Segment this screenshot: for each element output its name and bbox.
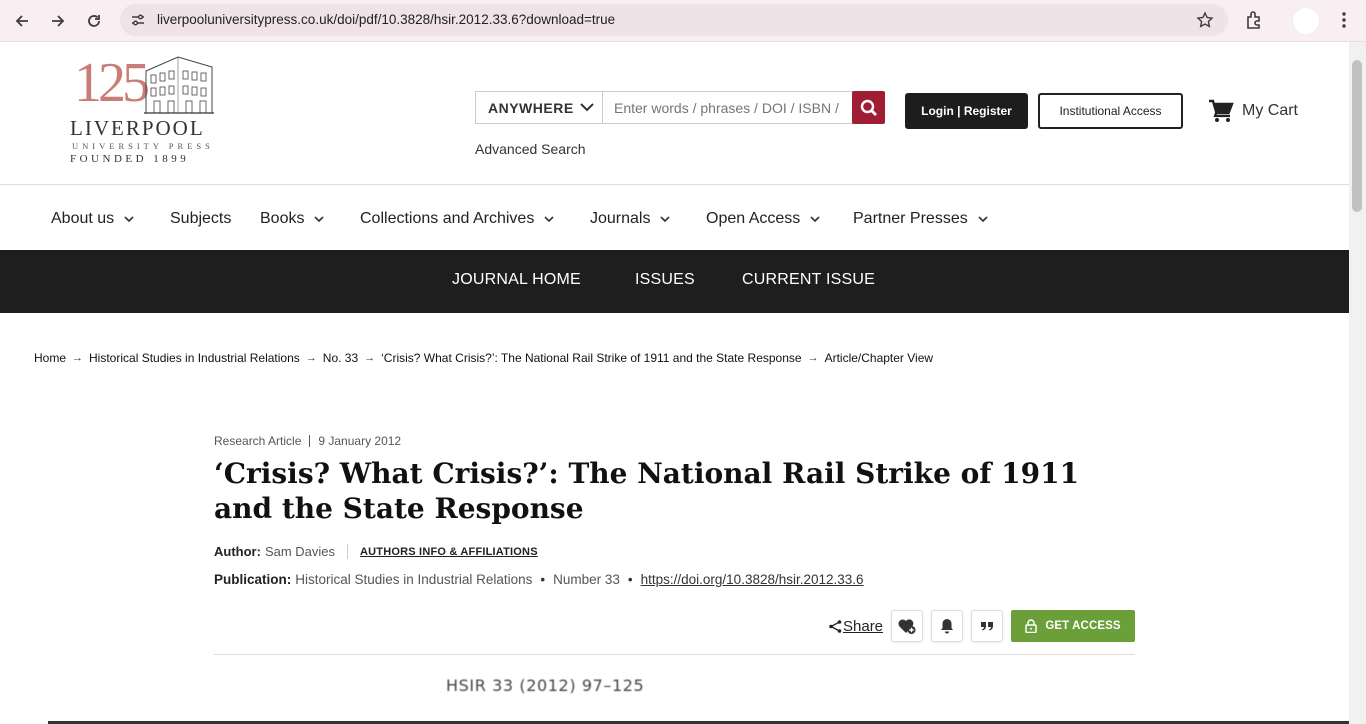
alert-button[interactable]: [931, 610, 963, 642]
chevron-down-icon: [314, 215, 325, 222]
heart-plus-icon: [898, 619, 916, 634]
logo-name: LIVERPOOL: [70, 116, 205, 140]
nav-books[interactable]: Books: [260, 210, 325, 228]
breadcrumb-separator: →: [364, 352, 376, 364]
cart-link[interactable]: My Cart: [1208, 99, 1298, 123]
authors-affiliations-link[interactable]: AUTHORS INFO & AFFILIATIONS: [360, 546, 538, 558]
publication-separator: •: [540, 572, 546, 587]
nav-about-us[interactable]: About us: [51, 210, 134, 228]
author-divider: [347, 544, 349, 559]
browser-menu-icon[interactable]: [1334, 9, 1354, 31]
bell-icon: [941, 619, 953, 634]
article-date: 9 January 2012: [318, 434, 402, 448]
author-name[interactable]: Sam Davies: [265, 544, 335, 559]
share-label: Share: [843, 618, 884, 635]
publication-row: Publication: Historical Studies in Indus…: [214, 572, 864, 587]
author-row: Author: Sam Davies AUTHORS INFO & AFFILI…: [214, 544, 538, 559]
search-input[interactable]: [603, 92, 852, 123]
journal-navigation: JOURNAL HOME ISSUES CURRENT ISSUE: [0, 250, 1349, 313]
content-divider: [214, 654, 1135, 655]
main-navigation: About us Subjects Books Collections and …: [0, 186, 1349, 250]
logo-subline: UNIVERSITY PRESS: [72, 141, 214, 151]
share-button[interactable]: Share: [828, 618, 883, 635]
breadcrumb-separator: →: [305, 352, 317, 364]
nav-open-access[interactable]: Open Access: [706, 210, 820, 228]
profile-avatar[interactable]: [1292, 7, 1320, 35]
breadcrumb-separator: →: [72, 352, 84, 364]
current-issue-link[interactable]: CURRENT ISSUE: [742, 271, 875, 289]
search-scope-label: ANYWHERE: [488, 99, 574, 116]
pdf-header-text: HSIR 33 (2012) 97–125: [446, 676, 645, 695]
nav-partner-presses[interactable]: Partner Presses: [853, 210, 988, 228]
chevron-down-icon: [124, 215, 134, 222]
nav-journals[interactable]: Journals: [590, 210, 671, 228]
publication-separator: •: [627, 572, 633, 587]
nav-label: Books: [260, 210, 305, 227]
liverpool-press-logo[interactable]: 125 LIVERPOOL UNIVERSITY PRESS FOUNDED 1…: [70, 53, 220, 168]
logo-number: 125: [74, 52, 150, 114]
author-label: Author:: [214, 544, 261, 559]
article-type: Research Article: [214, 434, 302, 448]
breadcrumb-separator: →: [807, 352, 819, 364]
nav-label: Open Access: [706, 210, 801, 227]
get-access-button[interactable]: GET ACCESS: [1011, 610, 1135, 642]
breadcrumb-journal[interactable]: Historical Studies in Industrial Relatio…: [89, 351, 300, 365]
logo-founded: FOUNDED 1899: [70, 153, 190, 165]
login-register-button[interactable]: Login | Register: [905, 93, 1028, 129]
nav-label: Partner Presses: [853, 210, 968, 227]
nav-label: About us: [51, 210, 115, 227]
journal-home-link[interactable]: JOURNAL HOME: [452, 271, 581, 289]
chevron-down-icon: [544, 215, 554, 222]
chevron-down-icon: [978, 215, 988, 222]
advanced-search-link[interactable]: Advanced Search: [475, 141, 586, 157]
chevron-down-icon: [660, 215, 671, 222]
nav-collections-archives[interactable]: Collections and Archives: [360, 210, 554, 228]
nav-label: Collections and Archives: [360, 210, 535, 227]
get-access-label: GET ACCESS: [1045, 620, 1121, 632]
breadcrumb-issue[interactable]: No. 33: [323, 351, 358, 365]
add-favorite-button[interactable]: [891, 610, 923, 642]
site-header: 125 LIVERPOOL UNIVERSITY PRESS FOUNDED 1…: [0, 43, 1349, 185]
building-illustration-icon: [144, 56, 214, 114]
forward-icon[interactable]: [44, 7, 72, 35]
extensions-icon[interactable]: [1244, 9, 1266, 31]
bookmark-star-icon[interactable]: [1196, 11, 1214, 29]
browser-toolbar: liverpooluniversitypress.co.uk/doi/pdf/1…: [0, 0, 1366, 42]
breadcrumb-current: Article/Chapter View: [824, 351, 934, 365]
cite-button[interactable]: [971, 610, 1003, 642]
back-icon[interactable]: [8, 7, 36, 35]
cart-label: My Cart: [1242, 102, 1298, 119]
cart-icon: [1209, 99, 1234, 122]
search-icon: [860, 99, 877, 116]
doi-link[interactable]: https://doi.org/10.3828/hsir.2012.33.6: [641, 572, 864, 587]
article-title: ‘Crisis? What Crisis?’: The National Rai…: [214, 457, 1080, 525]
scrollbar-thumb[interactable]: [1352, 60, 1362, 212]
article-meta: Research Article 9 January 2012: [214, 434, 401, 448]
issues-link[interactable]: ISSUES: [635, 271, 695, 289]
nav-label: Journals: [590, 210, 651, 227]
search-button[interactable]: [852, 91, 885, 124]
breadcrumb-article[interactable]: ‘Crisis? What Crisis?’: The National Rai…: [381, 351, 801, 365]
quote-icon: [981, 622, 993, 631]
url-text[interactable]: liverpooluniversitypress.co.uk/doi/pdf/1…: [157, 12, 615, 27]
chevron-down-icon: [810, 215, 820, 222]
nav-label: Subjects: [170, 210, 232, 227]
chevron-down-icon: [580, 103, 594, 112]
breadcrumb-home[interactable]: Home: [34, 351, 66, 365]
breadcrumb: Home → Historical Studies in Industrial …: [34, 351, 933, 365]
publication-label: Publication:: [214, 572, 292, 587]
publication-number[interactable]: Number 33: [553, 572, 620, 587]
lock-icon: [1025, 619, 1038, 633]
institutional-access-button[interactable]: Institutional Access: [1038, 93, 1183, 129]
search-field-wrapper: [603, 91, 853, 124]
meta-divider: [309, 435, 311, 447]
share-icon: [829, 620, 842, 633]
reload-icon[interactable]: [80, 7, 108, 35]
search-scope-select[interactable]: ANYWHERE: [475, 91, 603, 124]
address-bar[interactable]: liverpooluniversitypress.co.uk/doi/pdf/1…: [120, 4, 1228, 36]
publication-journal[interactable]: Historical Studies in Industrial Relatio…: [295, 572, 532, 587]
nav-subjects[interactable]: Subjects: [170, 210, 231, 228]
site-info-icon[interactable]: [130, 12, 146, 28]
